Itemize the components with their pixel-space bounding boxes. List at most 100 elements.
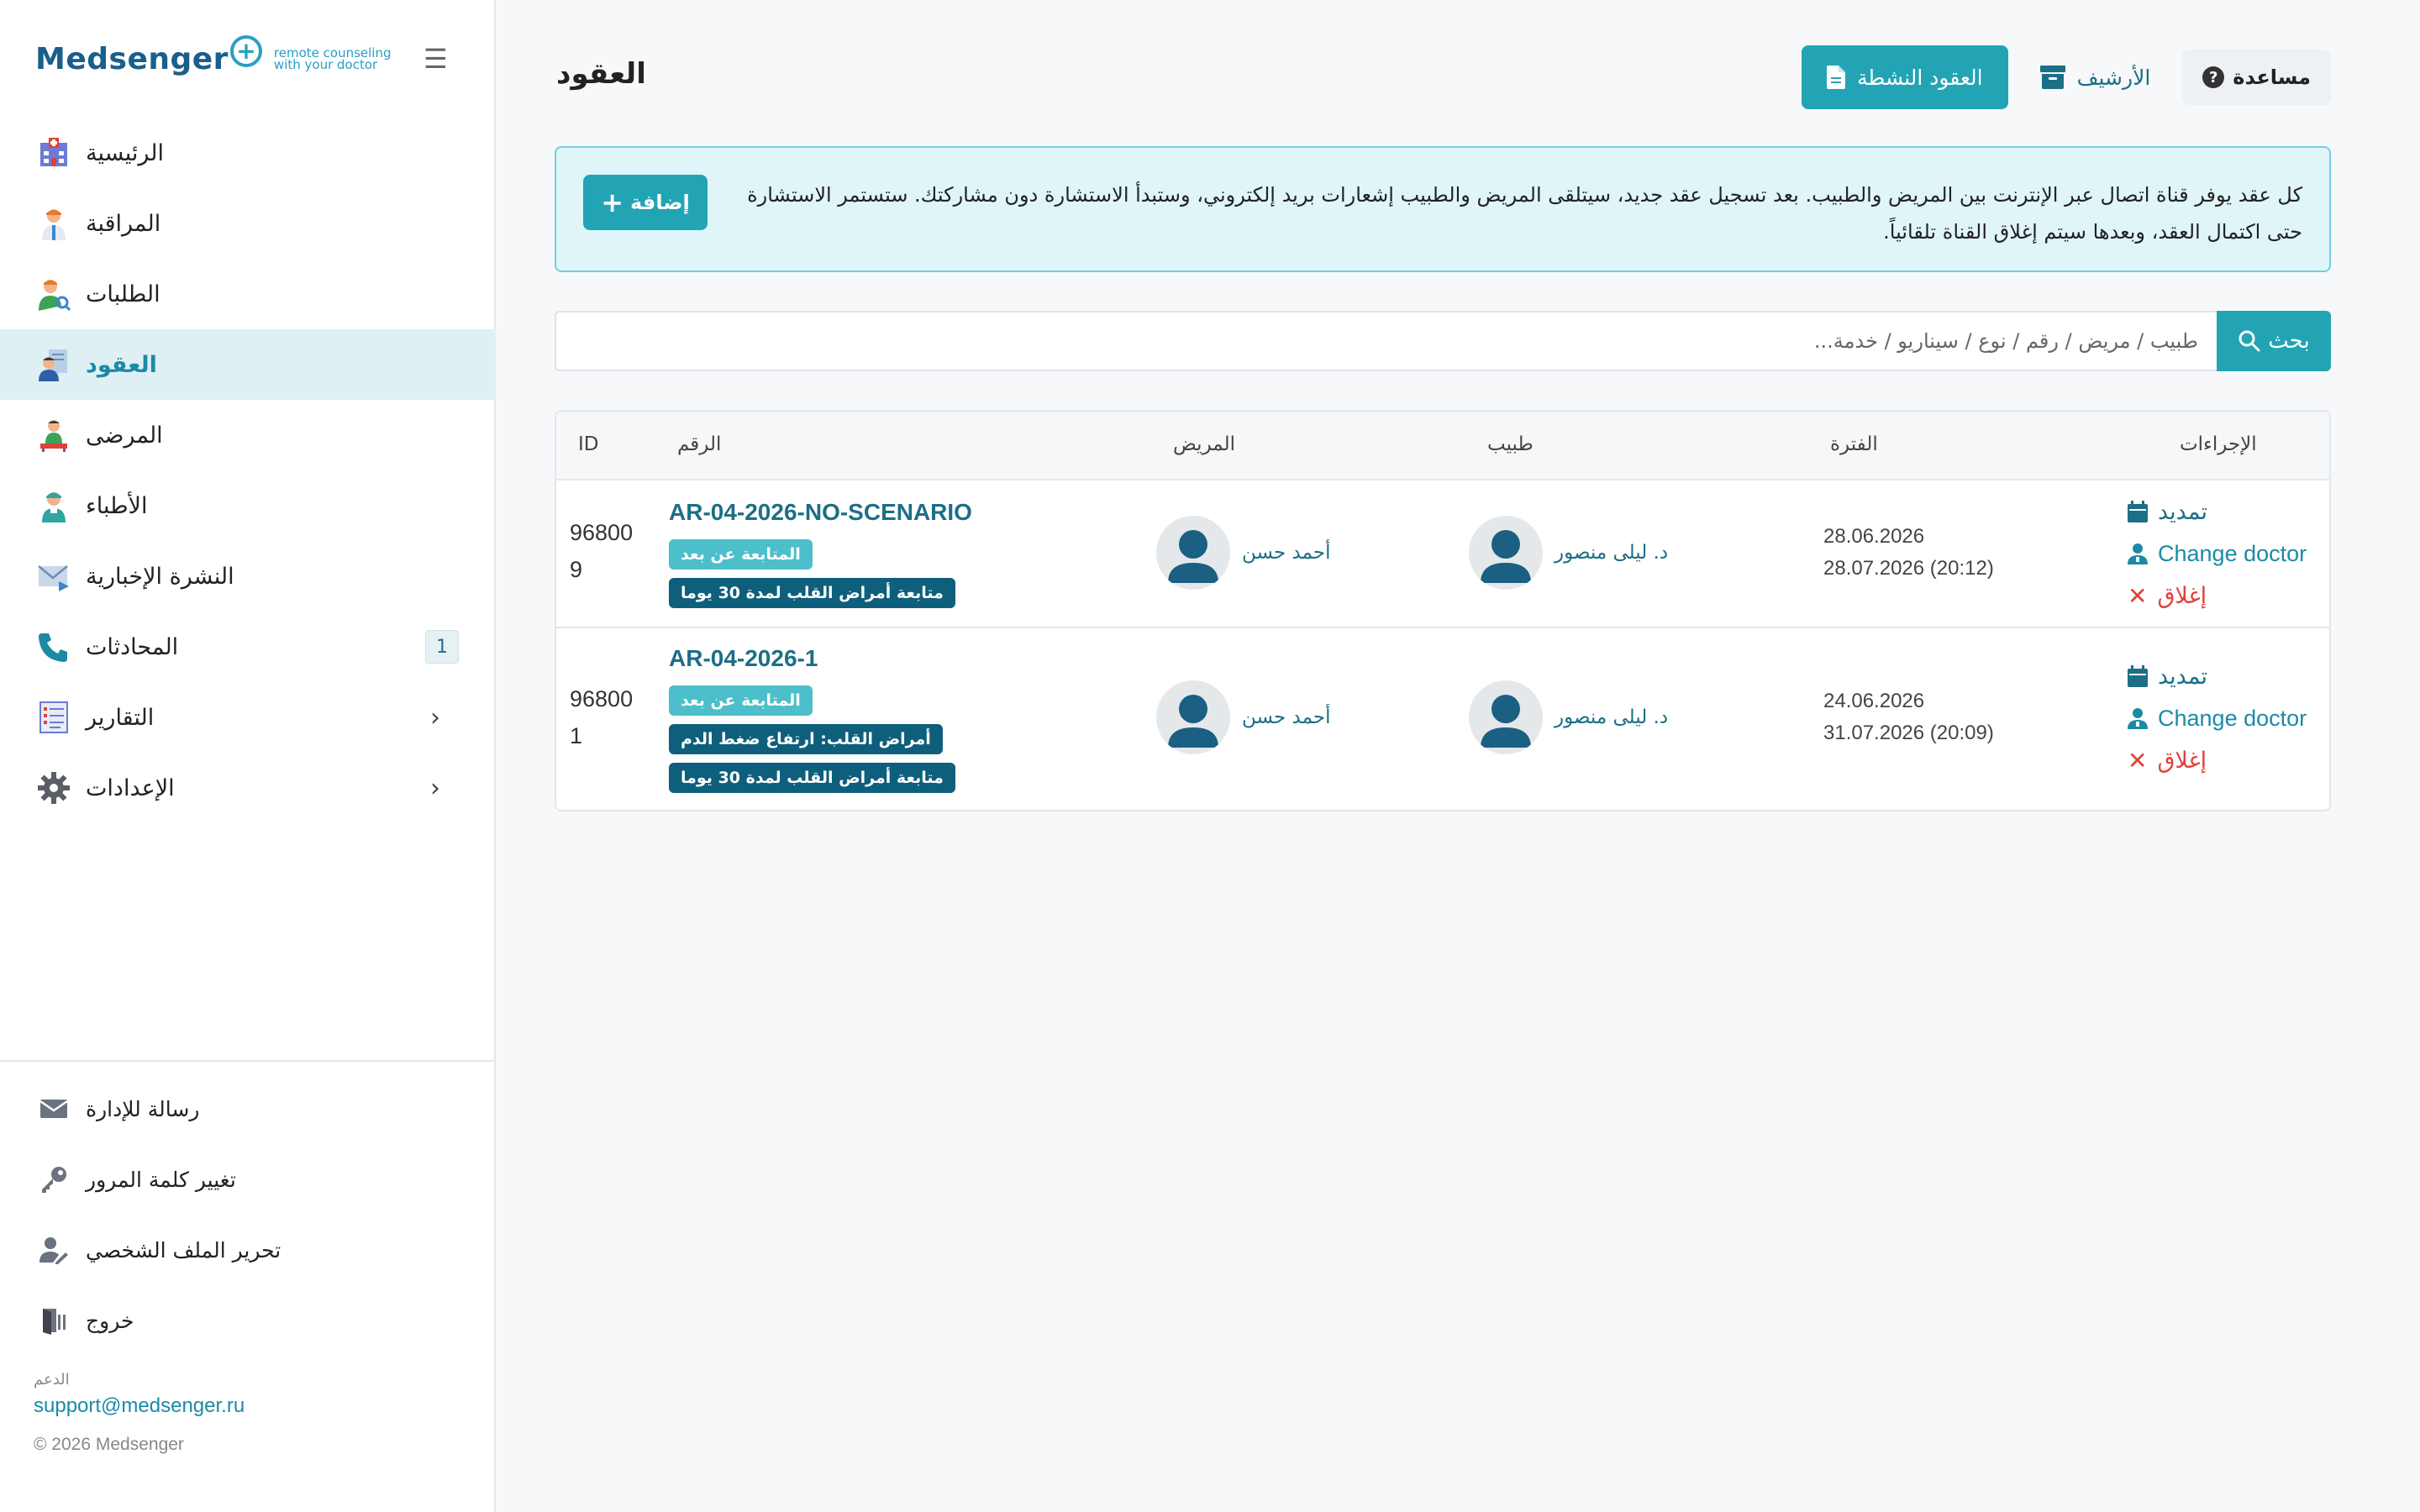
table-row: 968001 AR-04-2026-1 المتابعة عن بعد أمرا… <box>556 628 2329 810</box>
period-end: 28.07.2026 (20:12) <box>1823 557 1994 580</box>
contracts-table: ID الرقم المريض طبيب الفترة الإجراءات 96… <box>555 410 2331 811</box>
sidebar-item-label: الأطباء <box>86 492 148 519</box>
change-doctor-button[interactable]: Change doctor <box>2128 697 2307 739</box>
close-contract-button[interactable]: ✕ إغلاق <box>2128 575 2307 617</box>
key-icon <box>39 1164 69 1194</box>
row-actions: تمديد Change doctor ✕ إغلاق <box>2128 655 2307 781</box>
archive-label: الأرشيف <box>2076 65 2151 90</box>
archive-box-icon <box>2039 66 2065 89</box>
document-icon <box>1827 66 1846 89</box>
footer-item-label: تغيير كلمة المرور <box>86 1167 236 1192</box>
search-button[interactable]: بحث <box>2217 311 2331 371</box>
sidebar-item-message-admin[interactable]: رسالة للإدارة <box>0 1074 496 1144</box>
column-header-id[interactable]: ID <box>578 433 599 455</box>
sidebar-item-edit-profile[interactable]: تحرير الملف الشخصي <box>0 1215 496 1285</box>
sidebar-item-label: الطلبات <box>86 281 160 307</box>
table-header: ID الرقم المريض طبيب الفترة الإجراءات <box>556 412 2329 480</box>
extend-button[interactable]: تمديد <box>2128 655 2307 697</box>
footer-item-label: خروج <box>86 1308 134 1333</box>
brand-name: Medsenger <box>35 41 229 76</box>
contract-period: 28.06.2026 28.07.2026 (20:12) <box>1823 521 1994 585</box>
active-contracts-label: العقود النشطة <box>1857 65 1983 90</box>
sidebar-item-logout[interactable]: خروج <box>0 1285 496 1356</box>
add-contract-button[interactable]: + إضافة <box>583 175 708 230</box>
brand-logo[interactable]: Medsenger + remote counseling with your … <box>35 34 392 84</box>
change-doctor-label: Change doctor <box>2158 540 2307 566</box>
sidebar-item-requests[interactable]: الطلبات <box>0 259 496 329</box>
sidebar-item-contracts[interactable]: العقود <box>0 329 496 400</box>
sidebar: Medsenger + remote counseling with your … <box>0 0 496 1512</box>
scenario-badge: أمراض القلب: ارتفاع ضغط الدم <box>669 724 943 754</box>
extend-label: تمديد <box>2158 663 2207 690</box>
info-alert: كل عقد يوفر قناة اتصال عبر الإنترنت بين … <box>555 146 2331 272</box>
period-start: 28.06.2026 <box>1823 525 1925 548</box>
close-label: إغلاق <box>2157 747 2207 774</box>
patient-name: أحمد حسن <box>1242 542 1331 564</box>
sidebar-item-patients[interactable]: المرضى <box>0 400 496 470</box>
close-label: إغلاق <box>2157 582 2207 609</box>
doctor-cell[interactable]: د. ليلى منصور <box>1469 680 1668 754</box>
close-x-icon: ✕ <box>2128 746 2148 774</box>
sidebar-item-monitoring[interactable]: المراقبة <box>0 188 496 259</box>
sidebar-item-chats[interactable]: المحادثات 1 <box>0 612 496 682</box>
table-row: 968009 AR-04-2026-NO-SCENARIO المتابعة ع… <box>556 480 2329 628</box>
help-label: مساعدة <box>2233 66 2311 89</box>
patient-cell[interactable]: أحمد حسن <box>1156 516 1331 590</box>
user-search-icon <box>35 276 72 312</box>
patient-name: أحمد حسن <box>1242 706 1331 728</box>
search-input[interactable] <box>555 311 2217 371</box>
search-button-label: بحث <box>2268 328 2310 354</box>
footer-item-label: تحرير الملف الشخصي <box>86 1237 281 1263</box>
column-header-period[interactable]: الفترة <box>1830 433 1878 455</box>
patient-icon <box>35 417 72 454</box>
column-header-actions: الإجراءات <box>2180 433 2257 455</box>
contract-number-link[interactable]: AR-04-2026-1 <box>669 645 818 672</box>
active-contracts-button[interactable]: العقود النشطة <box>1802 45 2008 109</box>
sidebar-item-label: الإعدادات <box>86 774 175 801</box>
contract-id: 968001 <box>570 686 634 748</box>
envelope-icon <box>39 1094 69 1124</box>
scenario-badge: متابعة أمراض القلب لمدة 30 يوما <box>669 763 955 793</box>
chats-count-badge: 1 <box>425 630 459 664</box>
sidebar-footer-nav: رسالة للإدارة تغيير كلمة المرور تحرير ال… <box>0 1074 496 1356</box>
contract-number-link[interactable]: AR-04-2026-NO-SCENARIO <box>669 499 972 526</box>
sidebar-divider <box>0 1060 496 1062</box>
sidebar-item-change-password[interactable]: تغيير كلمة المرور <box>0 1144 496 1215</box>
sidebar-nav: الرئيسية المراقبة الطلبات العقود المرضى <box>0 118 496 823</box>
help-button[interactable]: ? مساعدة <box>2182 50 2331 105</box>
contract-user-icon <box>35 346 72 383</box>
doctor-avatar <box>1469 680 1543 754</box>
sidebar-item-doctors[interactable]: الأطباء <box>0 470 496 541</box>
support-email-link[interactable]: support@medsenger.ru <box>34 1394 245 1418</box>
extend-button[interactable]: تمديد <box>2128 491 2307 533</box>
column-header-patient[interactable]: المريض <box>1173 433 1235 455</box>
hamburger-icon[interactable]: ☰ <box>424 45 448 72</box>
chevron-right-icon[interactable]: › <box>430 774 440 803</box>
sidebar-item-home[interactable]: الرئيسية <box>0 118 496 188</box>
sidebar-item-label: المحادثات <box>86 633 179 660</box>
plus-icon: + <box>601 186 624 218</box>
close-contract-button[interactable]: ✕ إغلاق <box>2128 739 2307 781</box>
column-header-doctor[interactable]: طبيب <box>1487 433 1534 455</box>
page-title: العقود <box>556 57 646 91</box>
archive-button[interactable]: الأرشيف <box>2028 45 2163 109</box>
contract-id: 968009 <box>570 520 634 582</box>
column-header-number[interactable]: الرقم <box>677 433 721 455</box>
scenario-badge: متابعة أمراض القلب لمدة 30 يوما <box>669 578 955 608</box>
chevron-right-icon[interactable]: › <box>430 703 440 732</box>
change-doctor-label: Change doctor <box>2158 705 2307 731</box>
user-doctor-icon <box>2128 708 2148 729</box>
sidebar-item-reports[interactable]: التقارير › <box>0 682 496 753</box>
row-actions: تمديد Change doctor ✕ إغلاق <box>2128 491 2307 617</box>
patient-cell[interactable]: أحمد حسن <box>1156 680 1331 754</box>
doctor-cell[interactable]: د. ليلى منصور <box>1469 516 1668 590</box>
patient-avatar <box>1156 516 1230 590</box>
sidebar-item-newsletter[interactable]: النشرة الإخبارية <box>0 541 496 612</box>
sidebar-item-settings[interactable]: الإعدادات › <box>0 753 496 823</box>
user-edit-icon <box>39 1235 69 1265</box>
phone-icon <box>35 628 72 665</box>
question-circle-icon: ? <box>2202 66 2225 88</box>
sidebar-item-label: العقود <box>86 351 157 378</box>
copyright: © 2026 Medsenger <box>34 1435 184 1454</box>
change-doctor-button[interactable]: Change doctor <box>2128 533 2307 575</box>
